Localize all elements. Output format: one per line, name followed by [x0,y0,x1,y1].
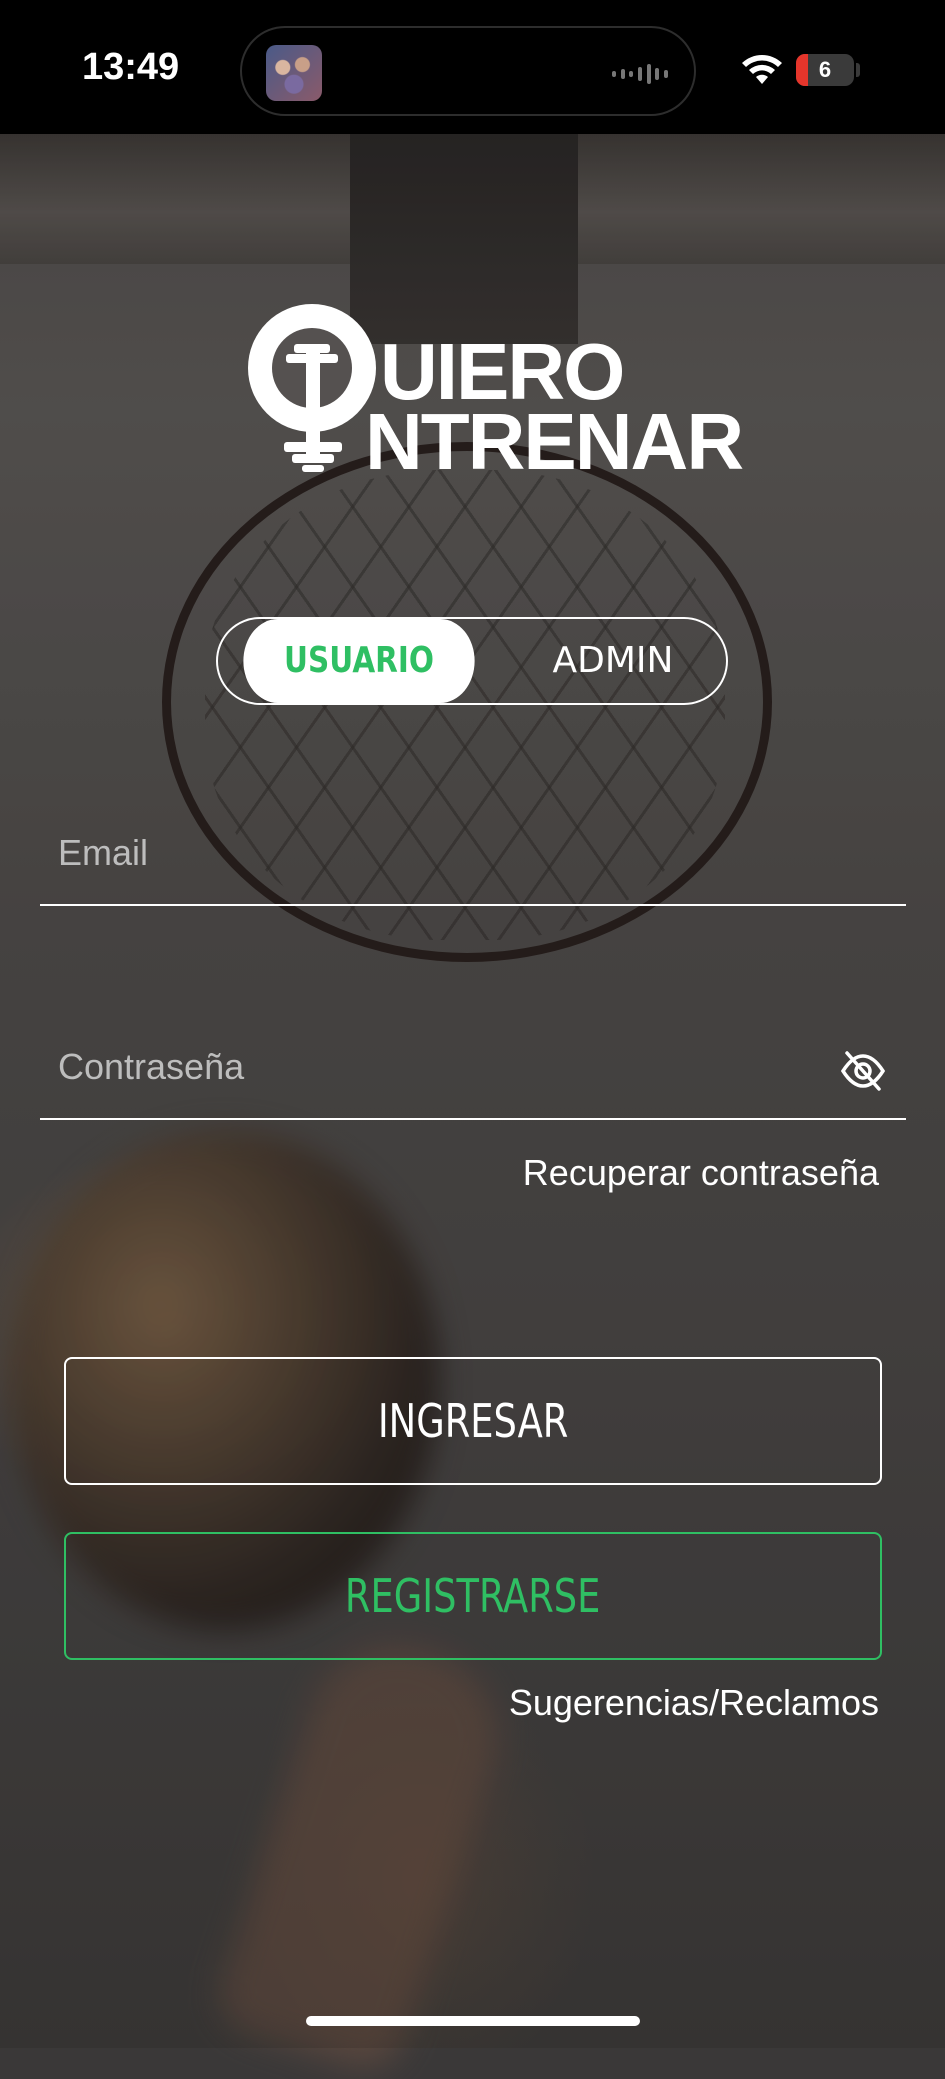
password-input[interactable] [40,1042,838,1092]
eye-off-icon[interactable] [840,1048,886,1094]
logo-text-line2: NTRENAR [365,397,744,486]
email-field [40,812,906,906]
toggle-option-usuario[interactable]: USUARIO [243,619,475,703]
battery-icon: 6 [796,54,854,86]
wifi-icon [742,55,782,84]
recover-password-link[interactable]: Recuperar contraseña [523,1152,879,1194]
status-time: 13:49 [82,46,180,88]
register-button[interactable]: REGISTRARSE [64,1532,882,1660]
dynamic-island[interactable] [240,26,696,116]
login-button-label: INGRESAR [377,1394,569,1448]
suggestions-link[interactable]: Sugerencias/Reclamos [509,1682,879,1724]
register-button-label: REGISTRARSE [345,1569,601,1623]
email-input[interactable] [40,828,838,878]
app-logo: UIERO NTRENAR [240,292,744,482]
role-toggle: USUARIO ADMIN [216,617,728,705]
battery-percentage: 6 [818,57,832,82]
status-bar: 13:49 6 [0,0,945,134]
login-button[interactable]: INGRESAR [64,1357,882,1485]
password-field [40,1026,906,1120]
home-indicator[interactable] [306,2016,640,2026]
toggle-option-admin[interactable]: ADMIN [500,619,726,703]
now-playing-thumbnail [266,45,322,101]
audio-waveform-icon [612,62,668,86]
battery-cap [856,63,860,77]
